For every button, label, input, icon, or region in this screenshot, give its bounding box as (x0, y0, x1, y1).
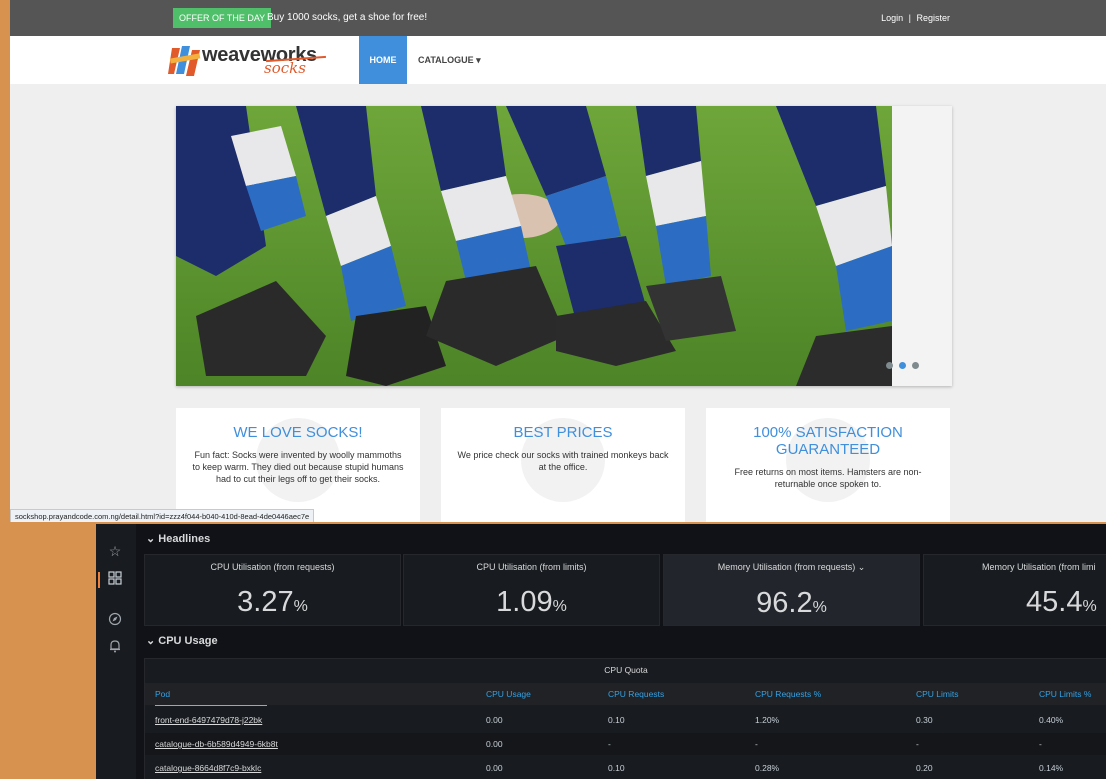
nav-catalogue[interactable]: CATALOGUE ▾ (418, 36, 481, 84)
grafana-sidebar: ☆ (96, 524, 136, 779)
logo-socks-text: socks (264, 59, 306, 77)
login-register: Login | Register (881, 8, 950, 28)
col-cpu-limits-pct[interactable]: CPU Limits % (1039, 683, 1091, 705)
row-cpu-usage[interactable]: ⌄ CPU Usage (146, 634, 218, 647)
stat-number: 96.2 (756, 587, 813, 619)
stat-number: 45.4 (1026, 586, 1083, 618)
hero-carousel[interactable] (176, 106, 952, 386)
col-pod[interactable]: Pod (155, 683, 170, 705)
carousel-dot-2[interactable] (899, 362, 906, 369)
panel-title[interactable]: Memory Utilisation (from requests) ⌄ (664, 562, 919, 573)
card-best-prices: BEST PRICES We price check our socks wit… (441, 408, 685, 522)
cpu-limits-cell: 0.30 (916, 715, 933, 725)
pod-link[interactable]: catalogue-db-6b589d4949-6kb8t (155, 733, 278, 755)
star-icon[interactable]: ☆ (106, 542, 124, 560)
logo-weave-text: weave (202, 44, 261, 66)
panel-cpu-util-requests[interactable]: CPU Utilisation (from requests) 3.27% (144, 554, 401, 626)
cpu-limits-cell: 0.20 (916, 763, 933, 773)
col-cpu-usage[interactable]: CPU Usage (486, 683, 531, 705)
sock-shop-window: OFFER OF THE DAY Buy 1000 socks, get a s… (10, 0, 1106, 522)
cpu-requests-cell: 0.10 (608, 715, 625, 725)
card-text: We price check our socks with trained mo… (457, 450, 669, 472)
stat-unit: % (552, 598, 567, 615)
sidebar-active-indicator (98, 572, 100, 588)
card-satisfaction-guaranteed: 100% SATISFACTION GUARANTEED Free return… (706, 408, 950, 522)
panel-cpu-util-limits[interactable]: CPU Utilisation (from limits) 1.09% (403, 554, 660, 626)
row-headlines[interactable]: ⌄ Headlines (146, 532, 210, 545)
cpu-requests-cell: - (608, 739, 611, 749)
table-header: Pod CPU Usage CPU Requests CPU Requests … (145, 683, 1106, 705)
cpu-limits-cell: - (916, 739, 919, 749)
cpu-quota-table: CPU Quota Pod CPU Usage CPU Requests CPU… (144, 658, 1106, 779)
card-we-love-socks: WE LOVE SOCKS! Fun fact: Socks were inve… (176, 408, 420, 522)
offer-topbar: OFFER OF THE DAY Buy 1000 socks, get a s… (10, 0, 1106, 36)
table-row: front-end-6497479d78-j22bk 0.00 0.10 1.2… (145, 709, 1106, 731)
cpu-limits-pct-cell: 0.14% (1039, 763, 1064, 773)
browser-status-url: sockshop.prayandcode.com.ng/detail.html?… (10, 509, 315, 522)
table-row: catalogue-db-6b589d4949-6kb8t 0.00 - - -… (145, 733, 1106, 755)
carousel-indicators (886, 356, 925, 374)
col-cpu-limits[interactable]: CPU Limits (916, 683, 959, 705)
carousel-dot-1[interactable] (886, 362, 893, 369)
pod-link[interactable]: catalogue-8664d8f7c9-bxklc (155, 757, 261, 779)
offer-of-the-day-badge: OFFER OF THE DAY (173, 8, 272, 28)
nav-home[interactable]: HOME (359, 36, 407, 84)
explore-icon[interactable] (106, 612, 124, 630)
cpu-requests-pct-cell: 1.20% (755, 715, 780, 725)
card-title: WE LOVE SOCKS! (233, 424, 363, 441)
alerting-bell-icon[interactable] (106, 639, 124, 657)
col-cpu-requests-pct[interactable]: CPU Requests % (755, 683, 821, 705)
stat-number: 1.09 (496, 586, 553, 618)
register-link[interactable]: Register (916, 13, 950, 23)
cpu-limits-pct-cell: 0.40% (1039, 715, 1064, 725)
cpu-limits-pct-cell: - (1039, 739, 1042, 749)
stat-unit: % (293, 598, 308, 615)
table-row: catalogue-8664d8f7c9-bxklc 0.00 0.10 0.2… (145, 757, 1106, 779)
panel-value: 96.2% (664, 587, 919, 620)
cpu-requests-cell: 0.10 (608, 763, 625, 773)
panel-value: 3.27% (145, 586, 400, 619)
weaveworks-logo-icon (168, 46, 201, 76)
panel-title: CPU Utilisation (from limits) (476, 562, 587, 572)
stat-unit: % (1082, 598, 1097, 615)
panel-memory-util-limits[interactable]: Memory Utilisation (from limi 45.4% (923, 554, 1106, 626)
login-link[interactable]: Login (881, 13, 903, 23)
card-text: Fun fact: Socks were invented by woolly … (192, 450, 404, 484)
carousel-dot-3[interactable] (912, 362, 919, 369)
card-title: 100% SATISFACTION GUARANTEED (753, 424, 903, 458)
offer-text: Buy 1000 socks, get a shoe for free! (267, 12, 428, 23)
cpu-requests-pct-cell: 0.28% (755, 763, 780, 773)
pod-link[interactable]: front-end-6497479d78-j22bk (155, 709, 262, 731)
shop-navbar: weaveworks socks HOME CATALOGUE ▾ (10, 36, 1106, 84)
col-cpu-requests[interactable]: CPU Requests (608, 683, 664, 705)
panel-title: CPU Utilisation (from requests) (210, 562, 335, 572)
panel-value: 1.09% (404, 586, 659, 619)
hero-image-rugby-socks (176, 106, 892, 386)
table-title: CPU Quota (604, 665, 648, 675)
cpu-usage-cell: 0.00 (486, 739, 503, 749)
header-sort-underline (155, 705, 267, 706)
cpu-usage-cell: 0.00 (486, 715, 503, 725)
login-separator: | (908, 13, 911, 23)
dashboards-icon[interactable] (106, 571, 124, 589)
panel-memory-util-requests[interactable]: Memory Utilisation (from requests) ⌄ 96.… (663, 554, 920, 626)
card-title: BEST PRICES (513, 424, 613, 441)
grafana-dashboard: ☆ ⌄ Headlines CPU Utilisation (from requ… (96, 524, 1106, 779)
panel-title: Memory Utilisation (from limi (982, 562, 1096, 572)
stat-unit: % (812, 599, 827, 616)
cpu-usage-cell: 0.00 (486, 763, 503, 773)
weaveworks-socks-logo[interactable]: weaveworks socks (168, 40, 338, 80)
stat-number: 3.27 (237, 586, 294, 618)
cpu-requests-pct-cell: - (755, 739, 758, 749)
card-text: Free returns on most items. Hamsters are… (734, 467, 922, 489)
panel-value: 45.4% (1026, 586, 1106, 619)
